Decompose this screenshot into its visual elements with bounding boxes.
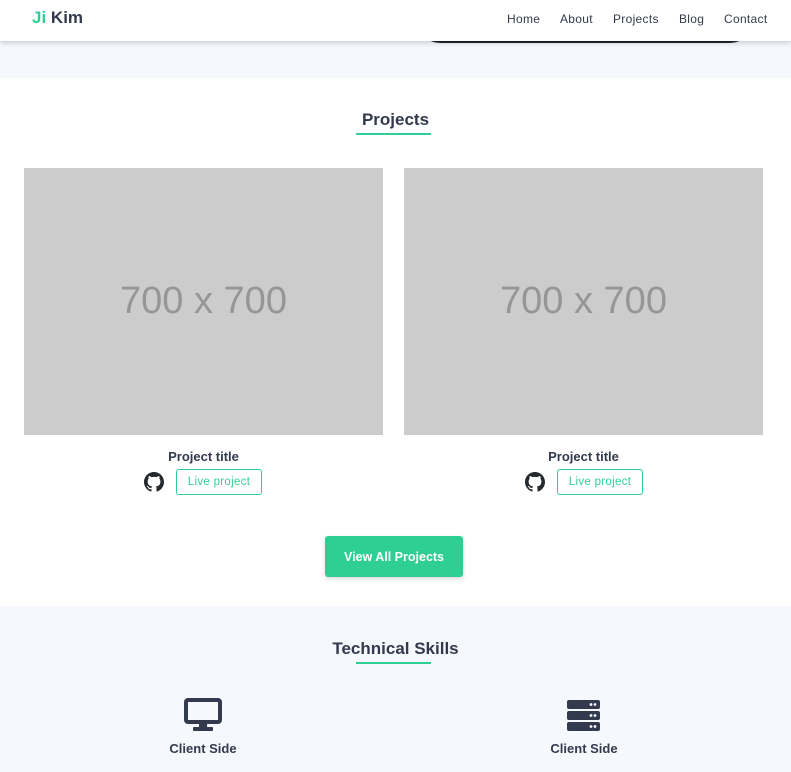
navbar: Ji Kim Home About Projects Blog Contact — [0, 0, 791, 41]
project-image: 700 x 700 — [404, 168, 763, 435]
brand-logo[interactable]: Ji Kim — [32, 8, 83, 28]
projects-heading-underline — [356, 133, 431, 135]
project-image-text: 700 x 700 — [120, 280, 287, 322]
brand-last-name: Kim — [50, 8, 84, 27]
nav-contact[interactable]: Contact — [724, 12, 767, 26]
skill-label: Client Side — [550, 741, 618, 756]
project-image-text: 700 x 700 — [500, 280, 667, 322]
skill-label: Client Side — [169, 741, 237, 756]
nav-home[interactable]: Home — [507, 12, 540, 26]
nav-projects[interactable]: Projects — [613, 12, 659, 26]
project-title: Project title — [168, 449, 239, 464]
projects-heading: Projects — [361, 110, 430, 129]
skills-heading-underline — [356, 662, 431, 664]
github-icon[interactable] — [525, 472, 545, 492]
desktop-icon — [184, 698, 222, 731]
nav-blog[interactable]: Blog — [679, 12, 704, 26]
brand-first-name: Ji — [32, 8, 47, 27]
nav-about[interactable]: About — [560, 12, 593, 26]
project-image: 700 x 700 — [24, 168, 383, 435]
view-all-projects-button[interactable]: View All Projects — [325, 536, 463, 577]
github-icon[interactable] — [144, 472, 164, 492]
server-icon — [567, 700, 600, 731]
live-project-button[interactable]: Live project — [557, 469, 643, 495]
skills-heading: Technical Skills — [332, 639, 459, 658]
live-project-button[interactable]: Live project — [176, 469, 262, 495]
project-title: Project title — [548, 449, 619, 464]
